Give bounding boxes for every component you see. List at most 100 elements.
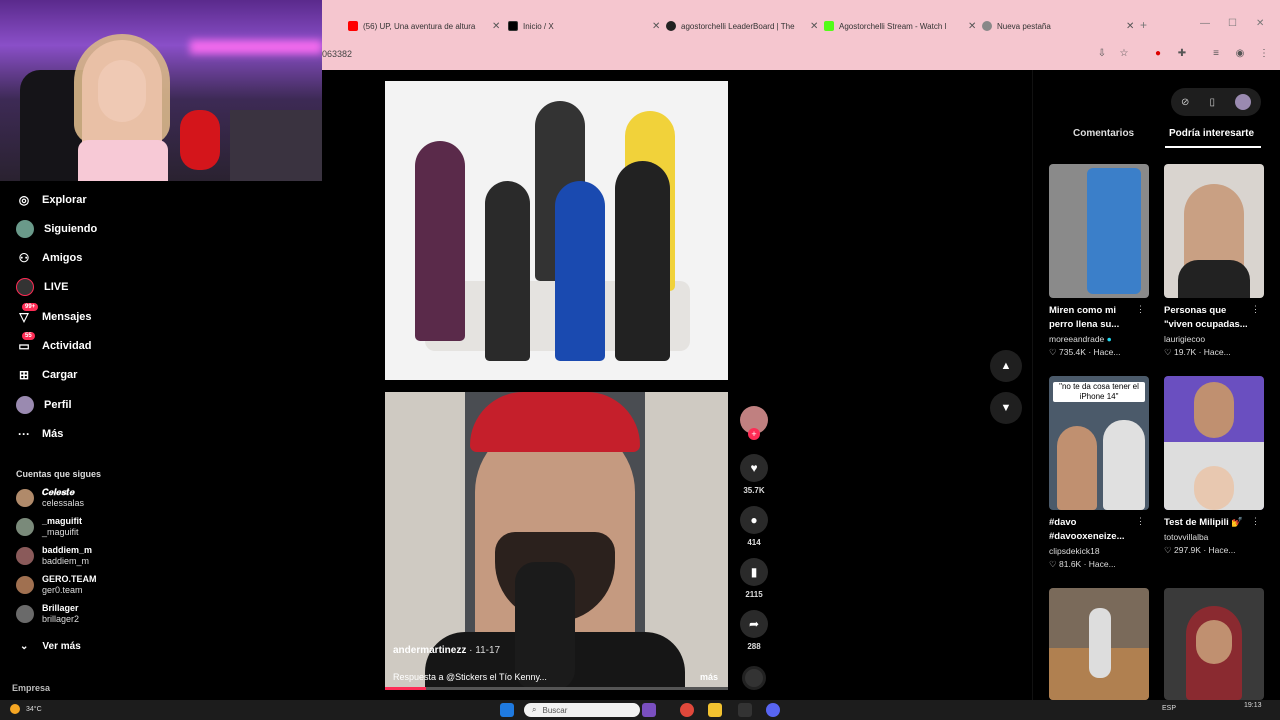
user-avatar-icon[interactable] [1234,94,1251,110]
video-card-previous[interactable] [385,81,728,380]
suggested-video-card[interactable]: ⋮ Personas que "viven ocupadas... laurigi… [1164,164,1264,358]
share-action[interactable]: ➦ 288 [738,610,770,651]
folder-icon[interactable] [708,703,722,717]
close-icon[interactable]: ✕ [492,21,500,32]
discord-icon[interactable] [766,703,780,717]
followed-account[interactable]: Brillager brillager2 [16,603,79,625]
chevron-up-icon[interactable]: ▲ [990,350,1022,382]
live-icon [16,278,34,296]
menu-icon[interactable]: ⋮ [1258,48,1270,60]
heart-icon[interactable]: ♥ [740,454,768,482]
browser-tab-active[interactable]: Nueva pestaña ✕ [982,16,1134,36]
minimize-icon[interactable]: — [1200,18,1210,29]
media-icon[interactable]: ≡ [1210,48,1222,60]
comment-action[interactable]: ● 414 [738,506,770,547]
url-field[interactable]: 063382 [322,49,352,59]
more-options-icon[interactable]: ⋮ [1136,304,1145,315]
see-more-button[interactable]: ⌄ Ver más [20,641,81,652]
more-options-icon[interactable]: ⋮ [1251,304,1260,315]
video-player[interactable]: andermartinezz · 11-17 Respuesta a @Stic… [385,392,728,690]
bookmark-icon[interactable]: ▮ [740,558,768,586]
chevron-down-icon[interactable]: ▼ [990,392,1022,424]
device-icon[interactable]: ▯ [1209,97,1215,108]
follow-plus-icon[interactable]: + [748,428,760,440]
followed-account[interactable]: 𝑪𝒆𝒍𝒆𝒔𝒕𝒆 celessalas [16,487,84,509]
browser-tab[interactable]: agostorchelli LeaderBoard | The ✕ [666,16,818,36]
profile-icon[interactable]: ◉ [1234,48,1246,60]
close-icon[interactable]: ✕ [968,21,976,32]
video-thumbnail[interactable] [1164,588,1264,700]
taskbar-search[interactable]: ⌕ Buscar [524,703,640,717]
account-handle: brillager2 [42,614,80,624]
weather-widget[interactable]: 34°C [10,704,42,714]
video-thumbnail[interactable]: "no te da cosa tener el iPhone 14" [1049,376,1149,510]
close-window-icon[interactable]: ✕ [1256,18,1264,29]
like-action[interactable]: ♥ 35.7K [738,454,770,495]
video-thumbnail[interactable] [1164,376,1264,510]
maximize-icon[interactable]: ☐ [1228,18,1237,29]
comment-icon[interactable]: ● [740,506,768,534]
thumb-object [1087,168,1141,294]
video-thumbnail[interactable] [1049,164,1149,298]
tab-comentarios[interactable]: Comentarios [1073,128,1134,139]
install-icon[interactable]: ⇩ [1096,48,1108,60]
share-icon[interactable]: ➦ [740,610,768,638]
close-icon[interactable]: ✕ [1126,21,1134,32]
sidebar-item-explorar[interactable]: ◎ Explorar [16,189,87,211]
more-button[interactable]: más [700,672,718,682]
suggested-video-card[interactable]: ⋮ Test de Milipili 💅 totovvillalba ♡ 297… [1164,376,1264,556]
sidebar-item-cargar[interactable]: ⊞ Cargar [16,364,78,386]
suggested-video-card[interactable]: "no te da cosa tener el iPhone 14" ⋮ #da… [1049,376,1149,570]
save-action[interactable]: ▮ 2115 [738,558,770,599]
card-username[interactable]: totovvillalba [1164,532,1208,542]
app-icon[interactable] [642,703,656,717]
account-handle: baddiem_m [42,556,90,566]
close-icon[interactable]: ✕ [810,21,818,32]
followed-account[interactable]: GERO.TEAM ger0.team [16,574,97,596]
more-options-icon[interactable]: ⋮ [1136,516,1145,527]
card-username[interactable]: moreeandrade [1049,334,1104,344]
suggested-video-card[interactable]: ⋮ Miren como mi perro llena su... moreean… [1049,164,1149,358]
sidebar-item-actividad[interactable]: ▭ 55 Actividad [16,332,92,357]
sidebar-item-live[interactable]: LIVE [16,276,68,298]
card-username[interactable]: laurigiecoo [1164,334,1205,344]
footer-link[interactable]: Empresa [12,683,50,693]
thumb-person [1103,420,1145,510]
browser-tab[interactable]: Inicio / X ✕ [508,16,660,36]
weather-temp: 34°C [26,705,42,713]
sidebar-item-siguiendo[interactable]: Siguiendo [16,218,97,240]
extension-icon[interactable]: ● [1152,48,1164,60]
close-icon[interactable]: ✕ [652,21,660,32]
bookmark-star-icon[interactable]: ☆ [1118,48,1130,60]
search-placeholder: Buscar [542,705,568,715]
sidebar-item-amigos[interactable]: ⚇ Amigos [16,247,83,269]
browser-tab[interactable]: Agostorchelli Stream - Watch l ✕ [824,16,976,36]
streamer-face [98,60,146,122]
obs-icon[interactable] [738,703,752,717]
progress-bar[interactable] [385,687,728,690]
suggested-video-card[interactable] [1049,588,1149,700]
card-username[interactable]: clipsdekick18 [1049,546,1100,556]
more-options-icon[interactable]: ⋮ [1251,516,1260,527]
sidebar-item-mensajes[interactable]: ▽ 99+ Mensajes [16,303,92,328]
sidebar-item-mas[interactable]: ··· Más [16,423,63,445]
sidebar-item-perfil[interactable]: Perfil [16,394,72,416]
settings-icon[interactable]: ⊘ [1181,97,1189,108]
music-disc-icon[interactable] [742,666,766,690]
new-tab-button[interactable]: + [1140,18,1147,32]
language-indicator[interactable]: ESP [1162,705,1176,712]
clock[interactable]: 19:13 [1244,702,1262,709]
windows-start-icon[interactable] [500,703,514,717]
browser-tab[interactable]: (56) UP, Una aventura de altura ✕ [348,16,500,36]
video-thumbnail[interactable] [1049,588,1149,700]
video-thumbnail[interactable] [1164,164,1264,298]
suggested-video-card[interactable] [1164,588,1264,700]
active-tab-indicator [1165,146,1261,148]
video-creator[interactable]: andermartinezz · 11-17 [393,645,500,656]
avatar [16,489,34,507]
chrome-icon[interactable] [680,703,694,717]
followed-account[interactable]: _maguifit _maguifit [16,516,82,538]
puzzle-icon[interactable]: ✚ [1176,48,1188,60]
followed-account[interactable]: baddiem_m baddiem_m [16,545,92,567]
tab-podria-interesarte[interactable]: Podría interesarte [1169,128,1254,139]
